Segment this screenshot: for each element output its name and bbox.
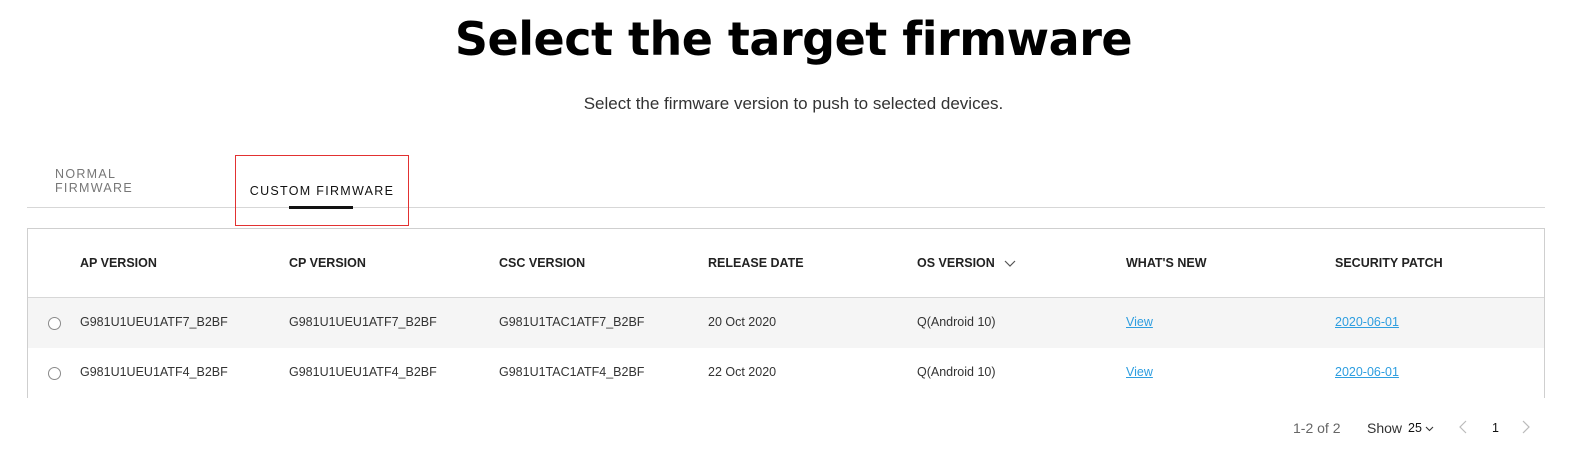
page-subtitle: Select the firmware version to push to s…	[583, 94, 1004, 113]
csc-version-cell: G981U1TAC1ATF4_B2BF	[499, 365, 645, 379]
whats-new-link[interactable]: View	[1126, 365, 1153, 379]
row-select-radio[interactable]	[48, 367, 61, 380]
security-patch-link[interactable]: 2020-06-01	[1335, 365, 1399, 379]
active-tab-indicator	[289, 206, 353, 209]
page-size-select[interactable]: 25	[1408, 421, 1434, 441]
chevron-left-icon	[1459, 420, 1467, 437]
column-header-os-version-label: OS VERSION	[917, 256, 995, 270]
firmware-tabs: NORMAL FIRMWARE CUSTOM FIRMWARE	[27, 155, 1545, 226]
tab-custom-firmware[interactable]: CUSTOM FIRMWARE	[235, 155, 409, 226]
release-date-cell: 22 Oct 2020	[708, 365, 777, 379]
table-row[interactable]: G981U1UEU1ATF7_B2BF G981U1UEU1ATF7_B2BF …	[28, 298, 1544, 348]
chevron-right-icon	[1522, 420, 1530, 437]
release-date-cell: 20 Oct 2020	[708, 315, 777, 329]
tab-normal-firmware[interactable]: NORMAL FIRMWARE	[55, 155, 195, 207]
column-header-os-version[interactable]: OS VERSION	[917, 256, 1016, 271]
cp-version-cell: G981U1UEU1ATF7_B2BF	[289, 315, 437, 329]
pagination-range: 1-2 of 2	[1293, 420, 1341, 436]
row-select-radio[interactable]	[48, 317, 61, 330]
previous-page-button[interactable]	[1459, 420, 1467, 440]
whats-new-link[interactable]: View	[1126, 315, 1153, 329]
column-header-ap-version: AP VERSION	[80, 256, 157, 270]
table-header: AP VERSION CP VERSION CSC VERSION RELEAS…	[28, 229, 1544, 298]
security-patch-link[interactable]: 2020-06-01	[1335, 315, 1399, 329]
page-size-value: 25	[1408, 421, 1422, 435]
page-title: Select the target firmware	[454, 12, 1133, 66]
os-version-cell: Q(Android 10)	[917, 365, 996, 379]
page-number-button[interactable]: 1	[1492, 421, 1499, 441]
csc-version-cell: G981U1TAC1ATF7_B2BF	[499, 315, 645, 329]
column-header-cp-version: CP VERSION	[289, 256, 366, 270]
chevron-down-icon[interactable]	[1004, 257, 1016, 271]
table-row[interactable]: G981U1UEU1ATF4_B2BF G981U1UEU1ATF4_B2BF …	[28, 348, 1544, 398]
cp-version-cell: G981U1UEU1ATF4_B2BF	[289, 365, 437, 379]
ap-version-cell: G981U1UEU1ATF7_B2BF	[80, 315, 228, 329]
page-size-label: Show	[1367, 420, 1403, 436]
os-version-cell: Q(Android 10)	[917, 315, 996, 329]
chevron-down-icon	[1425, 421, 1434, 435]
column-header-security-patch: SECURITY PATCH	[1335, 256, 1443, 270]
next-page-button[interactable]	[1522, 420, 1530, 440]
column-header-csc-version: CSC VERSION	[499, 256, 586, 270]
column-header-release-date: RELEASE DATE	[708, 256, 804, 270]
firmware-table: AP VERSION CP VERSION CSC VERSION RELEAS…	[27, 228, 1545, 398]
tab-custom-firmware-label: CUSTOM FIRMWARE	[249, 183, 395, 198]
ap-version-cell: G981U1UEU1ATF4_B2BF	[80, 365, 228, 379]
column-header-whats-new: WHAT'S NEW	[1126, 256, 1207, 270]
